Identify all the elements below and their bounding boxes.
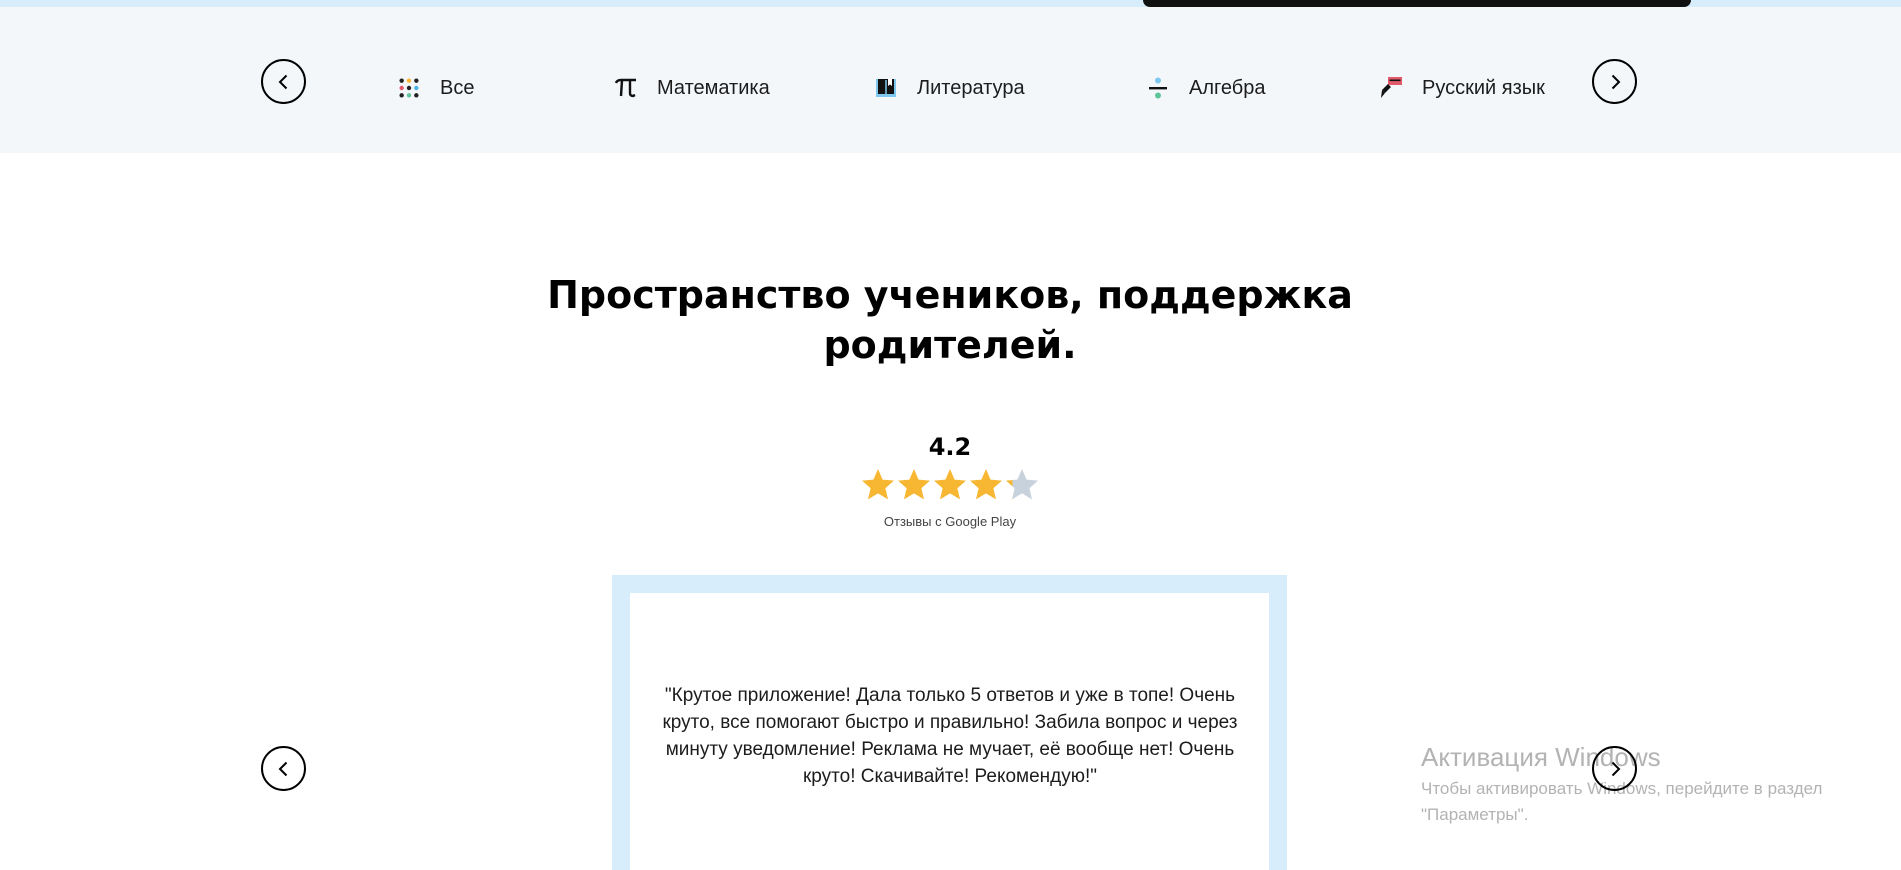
review-text: "Крутое приложение! Дала только 5 ответо… <box>662 685 1238 787</box>
subject-item-russian[interactable]: Русский язык <box>1378 71 1545 105</box>
reviews-prev-button[interactable] <box>261 746 306 791</box>
star-icon <box>970 469 1002 500</box>
star-icon <box>898 469 930 500</box>
subject-label: Литература <box>917 76 1025 99</box>
chevron-right-icon <box>1611 761 1620 776</box>
star-icon <box>1006 469 1038 500</box>
dots-grid-icon <box>396 75 422 101</box>
subject-item-algebra[interactable]: Алгебра <box>1145 71 1265 105</box>
rating-value: 4.2 <box>928 433 972 461</box>
windows-activation-text: Чтобы активировать Windows, перейдите в … <box>1421 779 1823 824</box>
section-title: Пространство учеников, поддержка родител… <box>547 273 1353 367</box>
pi-icon <box>613 75 639 101</box>
divide-icon <box>1145 75 1171 101</box>
subject-label: Алгебра <box>1189 76 1266 99</box>
subject-label: Русский язык <box>1422 76 1545 99</box>
rating-source: Отзывы с Google Play <box>883 514 1017 529</box>
subject-item-math[interactable]: Математика <box>613 71 770 105</box>
reviews-next-button[interactable] <box>1592 746 1637 791</box>
star-icon <box>934 469 966 500</box>
book-icon <box>873 75 899 101</box>
pen-rus-icon <box>1378 75 1404 101</box>
chevron-left-icon <box>278 761 287 776</box>
star-icon <box>862 469 894 500</box>
subject-item-all[interactable]: Все <box>396 71 474 105</box>
chevron-right-icon <box>1611 74 1620 89</box>
device-image-edge <box>1143 0 1691 7</box>
subject-filter-bar: Все Математика Литература Алгебра Русски… <box>0 7 1901 153</box>
chevron-left-icon <box>278 74 287 89</box>
subject-label: Все <box>440 76 475 99</box>
subjects-next-button[interactable] <box>1592 59 1637 104</box>
subjects-prev-button[interactable] <box>261 59 306 104</box>
rating-stars <box>860 467 1040 503</box>
subject-item-literature[interactable]: Литература <box>873 71 1025 105</box>
subject-label: Математика <box>657 76 770 99</box>
